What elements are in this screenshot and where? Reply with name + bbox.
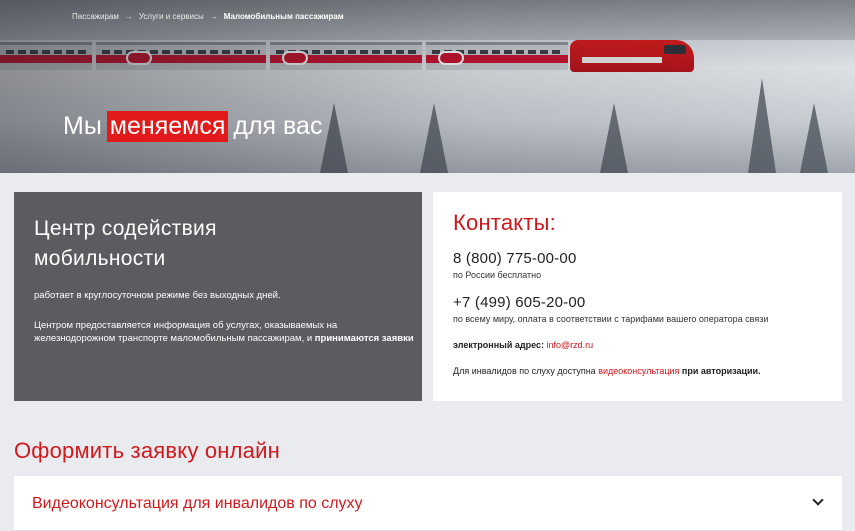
mobility-center-card: Центр содействия мобильности работает в … [14, 192, 422, 401]
video-consultation-text: Для инвалидов по слуху доступна [453, 366, 599, 376]
contacts-title: Контакты: [453, 210, 556, 235]
video-consultation-accordion[interactable]: Видеоконсультация для инвалидов по слуху [14, 476, 842, 531]
hero-title-highlight: меняемся [106, 111, 229, 142]
breadcrumb-separator: → [124, 12, 133, 21]
breadcrumb: Пассажирам → Услуги и сервисы → Маломоби… [72, 12, 344, 21]
chevron-down-icon[interactable] [812, 494, 824, 506]
hero-title-before: Мы [63, 112, 102, 140]
breadcrumb-link-services[interactable]: Услуги и сервисы [139, 12, 204, 21]
video-consultation-row: Для инвалидов по слуху доступна видеокон… [453, 366, 822, 376]
mobility-center-description-bold: принимаются заявки [314, 333, 414, 344]
breadcrumb-current: Маломобильным пассажирам [223, 12, 344, 21]
email-label: электронный адрес: [453, 340, 544, 350]
mobility-center-title: Центр содействия мобильности [34, 217, 217, 270]
hero-title-after: для вас [233, 112, 323, 140]
email-link[interactable]: info@rzd.ru [546, 340, 593, 350]
mobility-center-hours: работает в круглосуточном режиме без вых… [34, 290, 281, 301]
breadcrumb-link-passengers[interactable]: Пассажирам [72, 12, 119, 21]
email-row: электронный адрес: info@rzd.ru [453, 340, 822, 350]
accordion-label[interactable]: Видеоконсультация для инвалидов по слуху [32, 495, 363, 513]
phone-russia-note: по России бесплатно [453, 270, 542, 280]
phone-russia[interactable]: 8 (800) 775-00-00 [453, 250, 822, 267]
mobility-center-description: Центром предоставляется информация об ус… [34, 319, 414, 345]
video-consultation-suffix: при авторизации. [681, 366, 761, 376]
phone-international-note: по всему миру, оплата в соответствии с т… [453, 314, 769, 324]
hero-overlay [0, 0, 855, 173]
breadcrumb-separator: → [209, 12, 218, 21]
video-consultation-link[interactable]: видеоконсультация [598, 366, 679, 376]
contacts-card: Контакты: 8 (800) 775-00-00 по России бе… [433, 192, 842, 401]
order-online-title: Оформить заявку онлайн [14, 438, 280, 463]
hero-title: Мы меняемся для вас [63, 111, 322, 142]
phone-international[interactable]: +7 (499) 605-20-00 [453, 294, 822, 311]
hero-banner: Пассажирам → Услуги и сервисы → Маломоби… [0, 0, 855, 173]
mobility-center-description-text: Центром предоставляется информация об ус… [34, 320, 338, 344]
